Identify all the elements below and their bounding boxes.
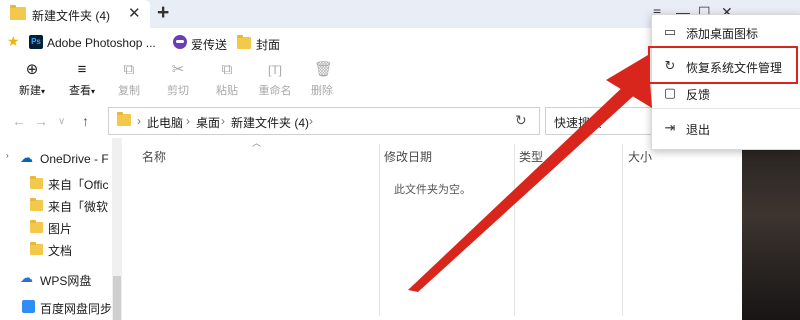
column-divider[interactable] — [622, 144, 623, 316]
rename-button[interactable]: [T] 重命名 — [253, 56, 297, 102]
rename-icon: [T] — [268, 63, 282, 77]
view-label: 查看▾ — [68, 85, 95, 97]
sidebar-item-documents[interactable]: 文档 — [48, 242, 72, 259]
copy-icon: ⧉ — [123, 61, 135, 78]
expand-chevron-icon[interactable]: › — [6, 151, 9, 160]
column-divider[interactable] — [379, 144, 380, 316]
search-box[interactable]: 快速搜索 — [545, 107, 657, 135]
up-arrow-icon[interactable]: ↑ — [82, 113, 89, 129]
menu-item-label: 添加桌面图标 — [686, 27, 759, 41]
cut-button[interactable]: ✂ 剪切 — [156, 56, 200, 102]
breadcrumb-separator: › — [309, 114, 313, 128]
column-header-modified[interactable]: 修改日期 — [384, 148, 432, 165]
sidebar-item-baidu[interactable]: 百度网盘同步 — [40, 300, 112, 317]
menu-divider — [652, 108, 800, 109]
tab-title: 新建文件夹 (4) — [32, 9, 111, 23]
folder-icon — [117, 112, 131, 126]
sidebar-item-onedrive[interactable]: OneDrive - F — [40, 152, 109, 166]
sidebar-scrollbar-thumb[interactable] — [113, 276, 121, 320]
column-divider[interactable] — [514, 144, 515, 316]
breadcrumb-separator: › — [137, 114, 141, 128]
column-header-name[interactable]: 名称 — [142, 148, 166, 165]
delete-label: 删除 — [311, 85, 333, 97]
copy-label: 复制 — [118, 85, 140, 97]
breadcrumb-this-pc[interactable]: 此电脑 — [147, 114, 183, 131]
cloud-icon: ☁ — [20, 150, 33, 165]
sidebar-item-folder[interactable]: 来自「微软 — [48, 198, 108, 215]
forward-arrow-icon[interactable]: → — [34, 113, 48, 129]
sort-ascending-icon: ︿ — [252, 138, 262, 148]
bookmark-aichuansong[interactable]: 爱传送 — [191, 36, 227, 53]
file-list: ︿ 名称 修改日期 类型 大小 此文件夹为空。 — [122, 138, 742, 320]
menu-item-label: 反馈 — [686, 88, 711, 102]
folder-icon — [30, 242, 43, 255]
new-tab-button[interactable]: + — [157, 1, 169, 25]
menu-item-exit[interactable]: ⇥ 退出 — [652, 113, 800, 143]
view-button[interactable]: ≡ 查看▾ — [60, 56, 104, 102]
photoshop-icon: Ps — [29, 35, 43, 49]
history-chevron-icon[interactable]: ∨ — [58, 116, 65, 127]
plus-circle-icon: ⊕ — [25, 61, 39, 78]
menu-item-label: 退出 — [686, 123, 711, 137]
desktop-icon: ▭ — [663, 24, 677, 39]
folder-icon — [10, 5, 26, 20]
paste-icon: ⧉ — [221, 61, 233, 78]
feedback-icon: ▢ — [663, 85, 677, 100]
search-placeholder: 快速搜索 — [554, 116, 603, 130]
rename-label: 重命名 — [258, 85, 292, 97]
paste-button[interactable]: ⧉ 粘贴 — [205, 56, 249, 102]
column-header-type[interactable]: 类型 — [519, 148, 543, 165]
tab-close-icon[interactable]: ✕ — [128, 4, 141, 22]
exit-icon: ⇥ — [664, 120, 676, 135]
sidebar: › ☁ OneDrive - F 来自「Offic 来自「微软 图片 文档 ☁ … — [0, 138, 122, 320]
cut-label: 剪切 — [167, 85, 189, 97]
breadcrumb-separator: › — [186, 114, 190, 128]
breadcrumb-desktop[interactable]: 桌面 — [196, 114, 220, 131]
refresh-icon[interactable]: ↻ — [515, 112, 527, 129]
breadcrumb-separator: › — [221, 114, 225, 128]
bookmark-photoshop[interactable]: Adobe Photoshop ... — [47, 36, 156, 50]
sidebar-item-wps[interactable]: WPS网盘 — [40, 272, 91, 289]
highlight-box — [648, 46, 798, 84]
folder-icon — [30, 220, 43, 233]
folder-icon — [30, 176, 43, 189]
breadcrumb-current-folder[interactable]: 新建文件夹 (4) — [231, 114, 309, 131]
empty-folder-message: 此文件夹为空。 — [394, 184, 471, 196]
tab-current[interactable]: 新建文件夹 (4) ✕ — [0, 0, 150, 28]
back-arrow-icon[interactable]: ← — [12, 113, 26, 129]
new-label: 新建▾ — [18, 85, 45, 97]
copy-button[interactable]: ⧉ 复制 — [107, 56, 151, 102]
folder-icon — [30, 198, 43, 211]
scissors-icon: ✂ — [171, 61, 185, 78]
delete-button[interactable]: 🗑 删除 — [300, 56, 344, 102]
sidebar-item-folder[interactable]: 来自「Offic — [48, 176, 108, 193]
column-header-size[interactable]: 大小 — [628, 148, 652, 165]
paste-label: 粘贴 — [216, 85, 238, 97]
wps-cloud-icon: ☁ — [20, 270, 33, 285]
trash-icon: 🗑 — [314, 61, 334, 78]
bookmark-cover[interactable]: 封面 — [256, 36, 280, 53]
baidu-netdisk-icon — [22, 300, 35, 313]
list-icon: ≡ — [77, 61, 87, 78]
star-icon[interactable]: ★ — [7, 33, 20, 50]
menu-item-add-desktop-icon[interactable]: ▭ 添加桌面图标 — [652, 17, 800, 47]
new-button[interactable]: ⊕ 新建▾ — [10, 56, 54, 102]
aichuansong-icon — [173, 35, 187, 49]
folder-icon — [237, 35, 251, 49]
sidebar-item-pictures[interactable]: 图片 — [48, 220, 72, 237]
address-bar[interactable]: › 此电脑 › 桌面 › 新建文件夹 (4) › ↻ — [108, 107, 540, 135]
